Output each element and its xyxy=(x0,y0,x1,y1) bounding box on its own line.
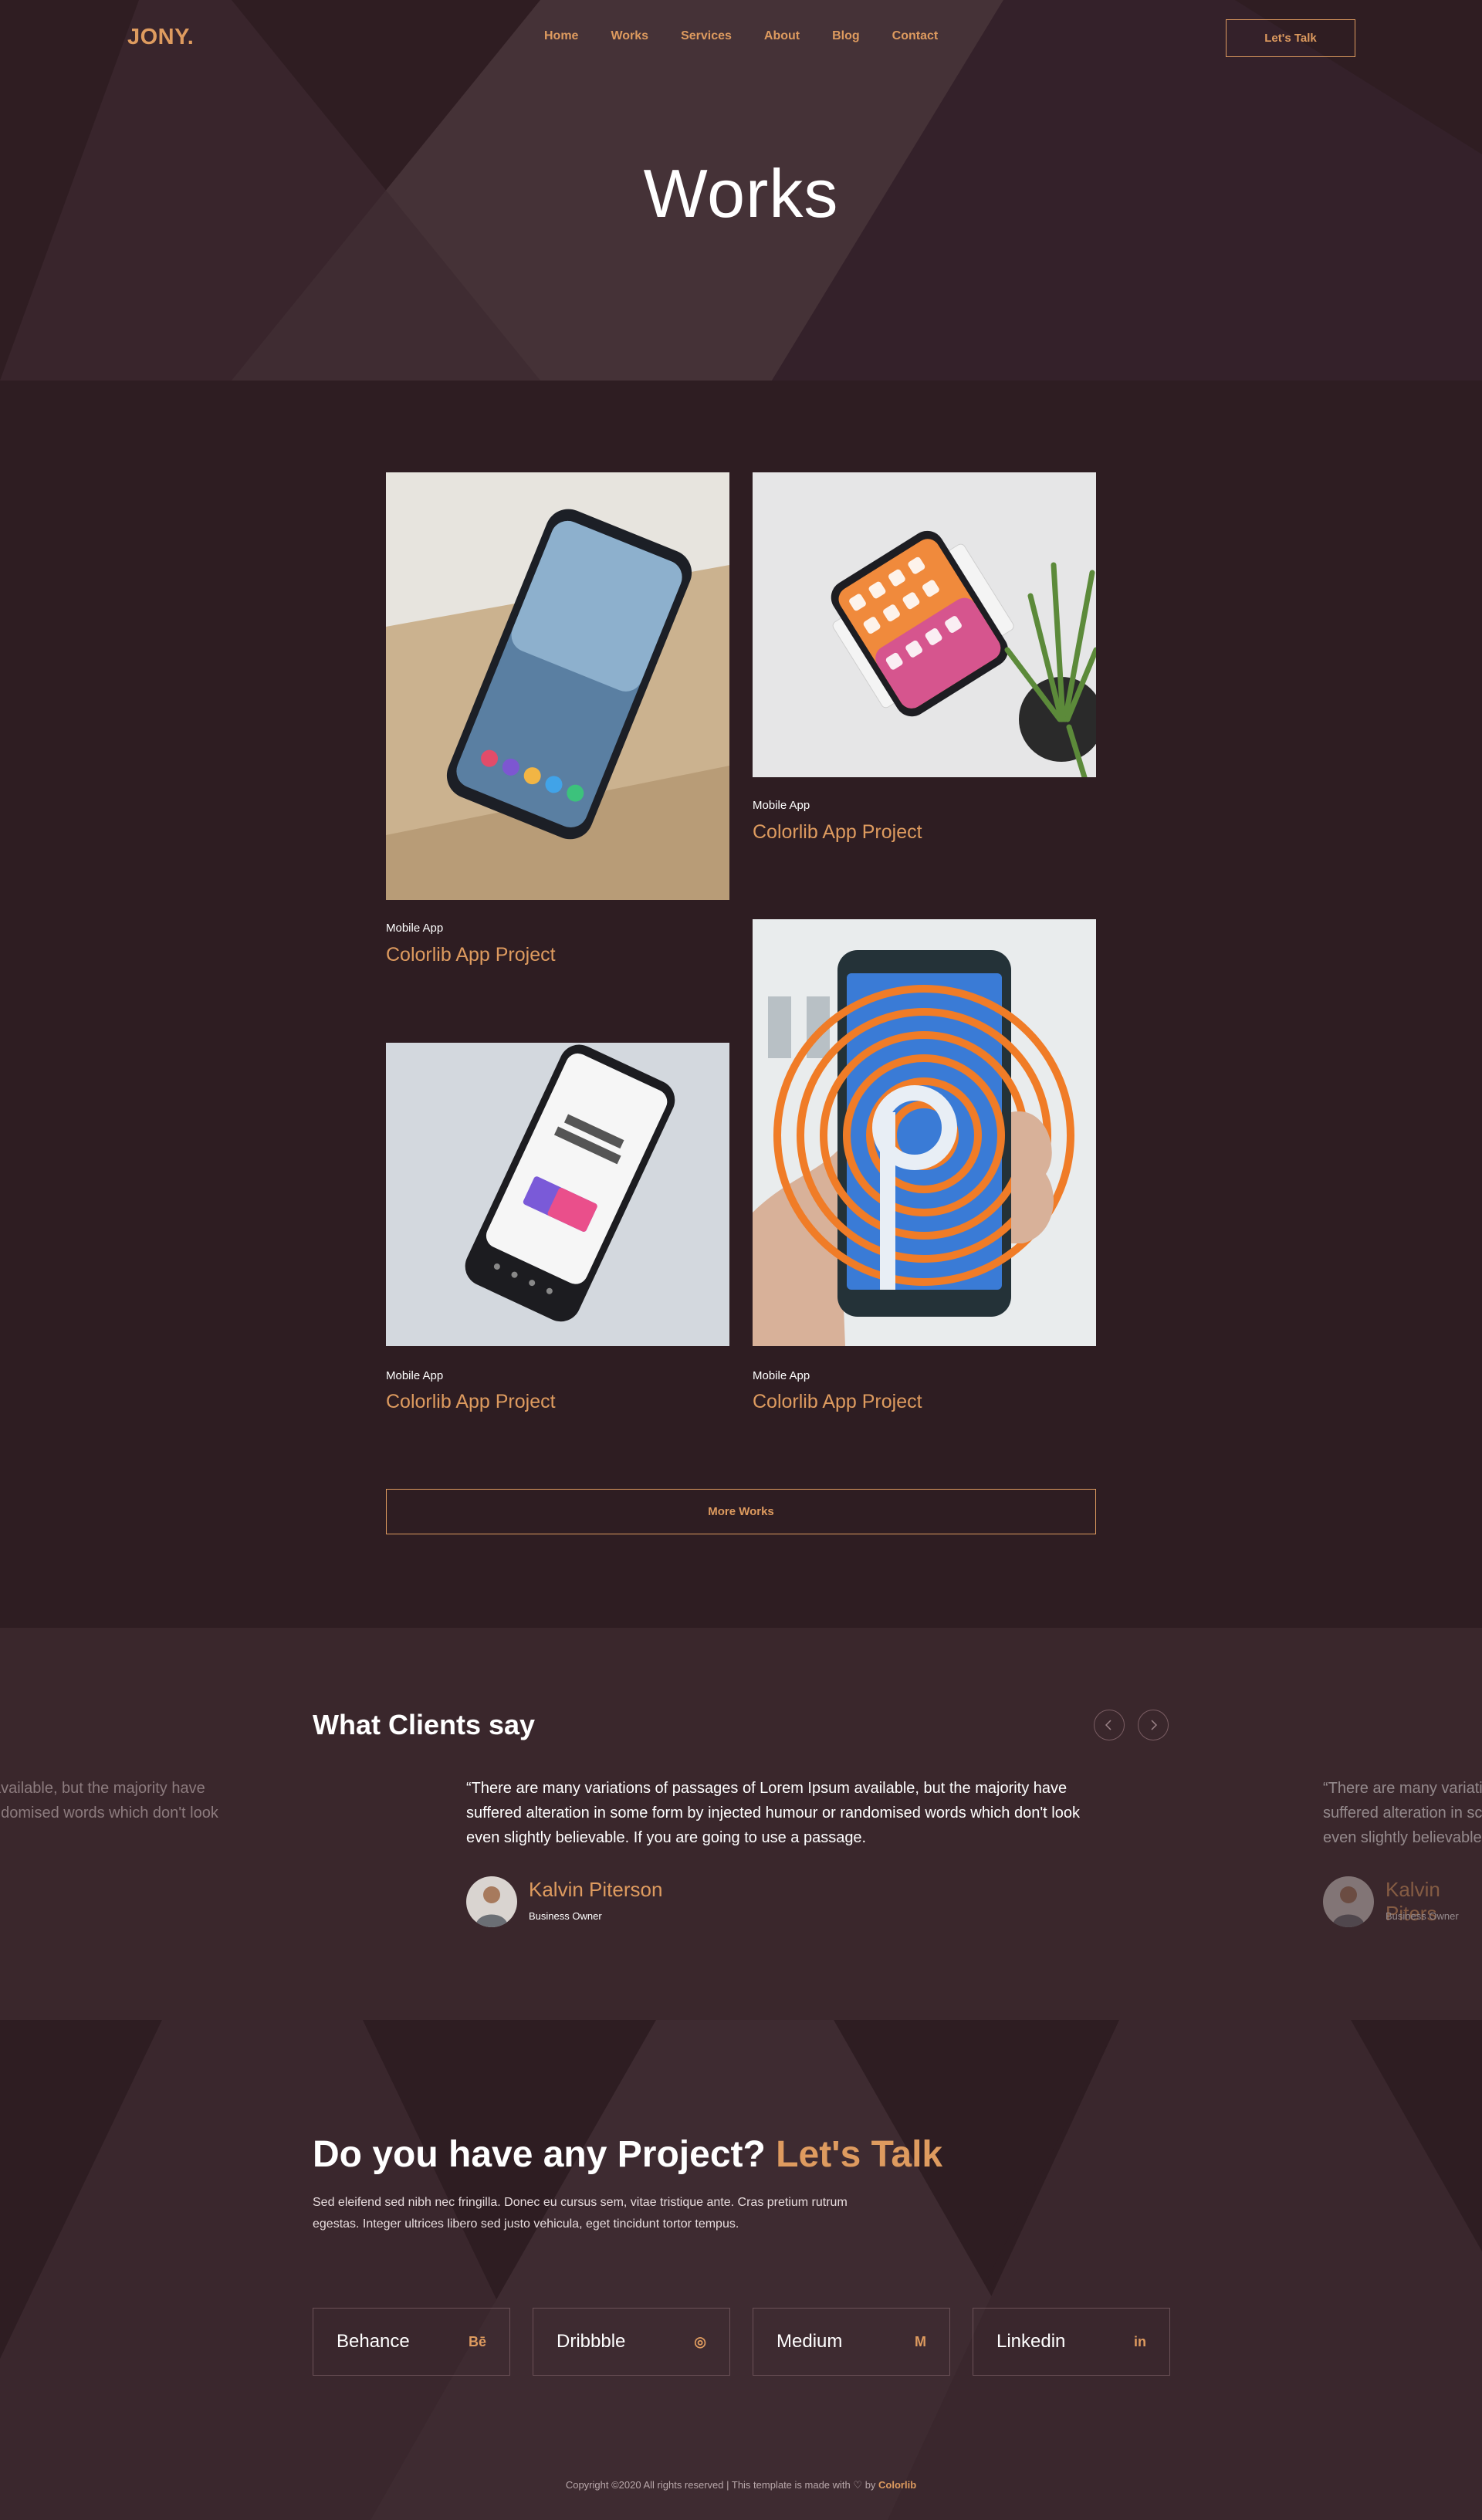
testimonial-author-role: Business Owner xyxy=(529,1910,602,1922)
social-dribbble[interactable]: Dribbble ◎ xyxy=(533,2308,730,2376)
testimonial-quote-next: “There are many variati suffered alterat… xyxy=(1323,1780,1482,1846)
copyright-text: Copyright ©2020 All rights reserved | Th… xyxy=(565,2479,851,2491)
linkedin-icon: in xyxy=(1134,2333,1146,2349)
contact-section: Do you have any Project? Let's Talk Sed … xyxy=(0,2020,1482,2520)
nav-item-services[interactable]: Services xyxy=(681,29,732,43)
nav-item-blog[interactable]: Blog xyxy=(832,29,860,43)
testimonials-section: What Clients say available, but the majo… xyxy=(0,1628,1482,2020)
chevron-right-icon[interactable] xyxy=(1138,1710,1169,1740)
avatar xyxy=(1323,1876,1374,1927)
work-category-1: Mobile App xyxy=(386,922,444,935)
copyright-by: by xyxy=(864,2479,876,2491)
brand-logo[interactable]: JONY. xyxy=(127,25,194,50)
contact-heading-accent[interactable]: Let's Talk xyxy=(776,2134,942,2175)
testimonial-author-name: Kalvin Piterson xyxy=(529,1878,663,1901)
social-medium[interactable]: Medium M xyxy=(753,2308,950,2376)
contact-heading: Do you have any Project? Let's Talk xyxy=(313,2133,942,2176)
chevron-left-icon[interactable] xyxy=(1094,1710,1125,1740)
footer-copyright: Copyright ©2020 All rights reserved | Th… xyxy=(0,2479,1482,2491)
contact-background-pattern xyxy=(0,2020,1482,2520)
work-category-2: Mobile App xyxy=(753,799,810,812)
work-category-3: Mobile App xyxy=(386,1369,444,1382)
social-label: Dribbble xyxy=(557,2331,626,2352)
nav-item-home[interactable]: Home xyxy=(544,29,578,43)
nav-item-contact[interactable]: Contact xyxy=(892,29,939,43)
main-nav: Home Works Services About Blog Contact xyxy=(544,29,970,43)
contact-heading-main: Do you have any Project? xyxy=(313,2134,766,2175)
work-image-4[interactable] xyxy=(753,919,1096,1346)
dribbble-icon: ◎ xyxy=(694,2333,706,2349)
social-linkedin[interactable]: Linkedin in xyxy=(973,2308,1170,2376)
work-image-1[interactable] xyxy=(386,472,729,900)
heart-icon: ♡ xyxy=(853,2479,863,2491)
contact-description: Sed eleifend sed nibh nec fringilla. Don… xyxy=(313,2196,848,2231)
work-image-3[interactable] xyxy=(386,1043,729,1346)
social-label: Linkedin xyxy=(996,2331,1066,2352)
behance-icon: Bē xyxy=(468,2333,486,2349)
social-behance[interactable]: Behance Bē xyxy=(313,2308,510,2376)
social-label: Medium xyxy=(777,2331,843,2352)
nav-item-about[interactable]: About xyxy=(764,29,800,43)
work-title-4[interactable]: Colorlib App Project xyxy=(753,1391,922,1413)
testimonial-author-role-next: Business Owner xyxy=(1386,1910,1459,1922)
testimonial-quote: “There are many variations of passages o… xyxy=(466,1780,1080,1846)
work-title-2[interactable]: Colorlib App Project xyxy=(753,821,922,844)
social-label: Behance xyxy=(337,2331,410,2352)
medium-icon: M xyxy=(915,2333,926,2349)
page-title: Works xyxy=(643,155,839,232)
hero-section: JONY. Home Works Services About Blog Con… xyxy=(0,0,1482,381)
avatar xyxy=(466,1876,517,1927)
work-image-2[interactable] xyxy=(753,472,1096,777)
work-category-4: Mobile App xyxy=(753,1369,810,1382)
colorlib-link[interactable]: Colorlib xyxy=(878,2479,916,2491)
testimonial-quote-prev: available, but the majority have ndomise… xyxy=(0,1780,218,1822)
work-title-3[interactable]: Colorlib App Project xyxy=(386,1391,556,1413)
more-works-button[interactable]: More Works xyxy=(386,1489,1096,1534)
nav-item-works[interactable]: Works xyxy=(611,29,648,43)
lets-talk-button[interactable]: Let's Talk xyxy=(1226,19,1355,57)
testimonials-heading: What Clients say xyxy=(313,1709,536,1740)
work-title-1[interactable]: Colorlib App Project xyxy=(386,944,556,966)
